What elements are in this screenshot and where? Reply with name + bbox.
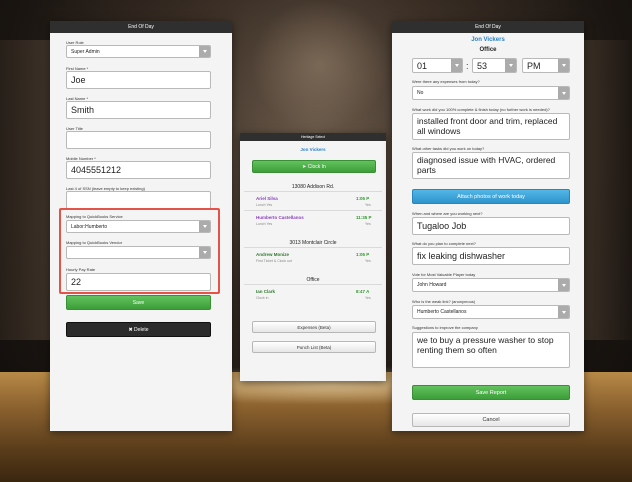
- cancel-button[interactable]: Cancel: [412, 413, 570, 427]
- screen-title: End Of Day: [392, 21, 584, 33]
- divider: [244, 191, 382, 192]
- chevron-down-icon: [505, 59, 516, 72]
- entry-time: 1:05 P: [356, 252, 370, 257]
- entry-note: Lunch Yes: [256, 203, 273, 207]
- divider: [244, 210, 382, 211]
- expenses-value: No: [417, 90, 424, 96]
- first-name-field[interactable]: Joe: [66, 71, 211, 89]
- mvp-question: Vote for Most Valuable Player today: [412, 272, 476, 277]
- ssn-field[interactable]: [66, 191, 211, 209]
- delete-button[interactable]: ✖ Delete: [66, 322, 211, 337]
- weak-link-value: Humberto Castellanos: [417, 309, 467, 315]
- next-location-question: When and where are you working next?: [412, 211, 483, 216]
- expenses-button[interactable]: Expenses (Beta): [252, 321, 376, 333]
- mvp-value: John Howard: [417, 282, 447, 288]
- suggestions-field[interactable]: we to buy a pressure washer to stop rent…: [412, 332, 570, 368]
- employee-name: Ariel Silva: [256, 196, 278, 201]
- entry-tag: Yes: [365, 259, 371, 263]
- punch-list-button[interactable]: Punch List (Beta): [252, 341, 376, 353]
- chevron-down-icon: [558, 306, 569, 318]
- expenses-select[interactable]: No: [412, 86, 570, 100]
- save-button[interactable]: Save: [66, 295, 211, 310]
- next-location-field[interactable]: Tugaloo Job: [412, 217, 570, 235]
- plan-question: What do you plan to complete next?: [412, 241, 476, 246]
- divider: [244, 247, 382, 248]
- ampm-select[interactable]: PM: [522, 58, 570, 73]
- screen-title: Heritage Select: [240, 133, 386, 141]
- chevron-down-icon: [558, 279, 569, 291]
- chevron-down-icon: [558, 87, 569, 99]
- location-header: Office: [306, 277, 320, 283]
- suggestions-question: Suggestions to improve the company: [412, 325, 478, 330]
- last-name-field[interactable]: Smith: [66, 101, 211, 119]
- employee-name: Andrew Monize: [256, 252, 290, 257]
- user-role-select[interactable]: Super Admin: [66, 45, 211, 58]
- entry-tag: Yes: [365, 203, 371, 207]
- mvp-select[interactable]: John Howard: [412, 278, 570, 292]
- entry-tag: Yes: [365, 222, 371, 226]
- user-name: Jon Vickers: [471, 37, 505, 43]
- location-name: Office: [479, 47, 497, 53]
- save-report-button[interactable]: Save Report: [412, 385, 570, 400]
- ampm-value: PM: [527, 60, 541, 71]
- minute-value: 53: [477, 60, 488, 71]
- entry-tag: Yes: [365, 296, 371, 300]
- clock-in-button[interactable]: ➤ Clock In: [252, 160, 376, 173]
- mobile-field[interactable]: 4045551212: [66, 161, 211, 179]
- work-completed-question: What work did you 100% complete & finish…: [412, 107, 550, 112]
- work-completed-field[interactable]: installed front door and trim, replaced …: [412, 113, 570, 140]
- location-header: 3013 Montclair Circle: [289, 240, 337, 246]
- other-tasks-field[interactable]: diagnosed issue with HVAC, ordered parts: [412, 152, 570, 179]
- minute-select[interactable]: 53: [472, 58, 517, 73]
- chevron-down-icon: [558, 59, 569, 72]
- expenses-question: Were there any expenses from today?: [412, 79, 480, 84]
- weak-link-select[interactable]: Humberto Castellanos: [412, 305, 570, 319]
- entry-time: 8:47 A: [356, 289, 370, 294]
- other-tasks-question: What other tasks did you work on today?: [412, 146, 485, 151]
- user-name: Jon Vickers: [300, 147, 326, 152]
- chevron-down-icon: [451, 59, 462, 72]
- divider: [244, 284, 382, 285]
- entry-time: 11:35 P: [356, 215, 372, 220]
- background-light: [250, 0, 390, 130]
- chevron-down-icon: [199, 46, 210, 57]
- location-header: 13080 Addison Rd.: [291, 184, 335, 190]
- user-title-field[interactable]: [66, 131, 211, 149]
- attach-photos-button[interactable]: Attach photos of work today: [412, 189, 570, 204]
- plan-field[interactable]: fix leaking dishwasher: [412, 247, 570, 265]
- weak-link-question: Who is the weak link? (anonymous): [412, 299, 476, 304]
- entry-note: First Ticket & Clock out: [256, 259, 292, 263]
- screen-title: End Of Day: [50, 21, 232, 33]
- employee-name: Humberto Castellanos: [256, 215, 304, 220]
- entry-time: 1:05 P: [356, 196, 370, 201]
- user-role-value: Super Admin: [71, 48, 100, 55]
- employee-name: Ian Clark: [256, 289, 276, 294]
- highlight-box: [59, 208, 220, 294]
- entry-note: Clock in: [256, 296, 269, 300]
- time-separator: :: [466, 61, 469, 71]
- entry-note: Lunch Yes: [256, 222, 273, 226]
- hour-select[interactable]: 01: [412, 58, 463, 73]
- hour-value: 01: [417, 60, 428, 71]
